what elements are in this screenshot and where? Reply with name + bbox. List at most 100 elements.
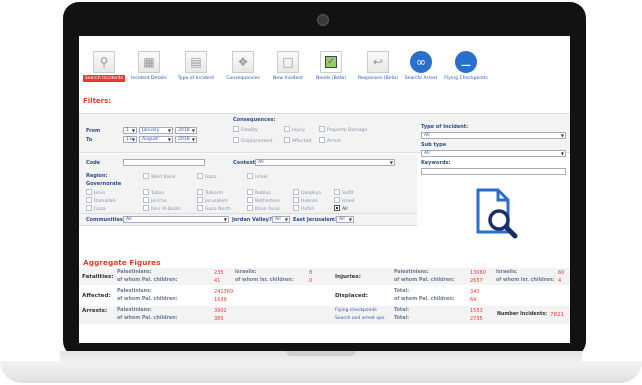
property-damage-checkbox[interactable]: Property Damage: [319, 126, 367, 133]
nav-flying-checkpoints[interactable]: ⚊ Flying Checkpoints: [441, 51, 491, 85]
displaced-total-label: Total:: [394, 289, 410, 294]
keywords-label: Keywords:: [421, 160, 451, 166]
nav-needs[interactable]: ✓ Needs (Beta): [311, 51, 351, 85]
to-month-select[interactable]: August ▼: [139, 136, 173, 143]
search-arrest-ops-link[interactable]: Search and arrest ops.: [335, 316, 386, 321]
gov-qalqiliya-checkbox[interactable]: Qalqiliya: [293, 189, 321, 196]
type-select[interactable]: All ▼: [421, 132, 566, 139]
gov-deir-al-balah-checkbox[interactable]: Deir Al-Balah: [143, 205, 181, 212]
fatalities-isrc-label: of whom Isr. children:: [235, 278, 294, 283]
arrests-label: Arrests:: [82, 308, 108, 314]
laptop-mockup: ⚲ Search Incidents ▦ Incident Details ▤ …: [0, 0, 642, 385]
communities-panel: Communities All ▼ Jordan Valley? All ▼ Eas…: [79, 214, 417, 226]
displacement-checkbox[interactable]: Displacement: [233, 137, 273, 144]
east-jerusalem-select[interactable]: All ▼: [336, 216, 354, 223]
main-nav: ⚲ Search Incidents ▦ Incident Details ▤ …: [79, 46, 570, 86]
displaced-total-value: 340: [470, 289, 480, 295]
from-label: From: [86, 128, 101, 134]
search-total-value: 2735: [470, 316, 483, 322]
east-jerusalem-label: East Jerusalem?: [293, 217, 338, 223]
arrests-palc-value: 385: [214, 316, 224, 322]
gov-tubas-checkbox[interactable]: Tubas: [143, 189, 164, 196]
gov-bethlehem-checkbox[interactable]: Bethlehem: [247, 197, 280, 204]
nav-consequences[interactable]: ❖ Consequences: [221, 51, 265, 85]
nav-search-arrest[interactable]: ∞ Search/ Arrest: [403, 51, 439, 85]
arrests-pal-label: Palestinians:: [117, 308, 152, 313]
date-consequences-panel: From To 1 ▼ January ▼ 2018 ▼ 13 ▼ August ▼ 20…: [79, 113, 570, 153]
governorate-label: Governorate: [86, 181, 122, 187]
from-month-select[interactable]: January ▼: [139, 127, 173, 134]
response-icon: ↩: [367, 51, 389, 73]
number-incidents-label: Number Incidents:: [497, 312, 548, 317]
nav-type-of-incident[interactable]: ▤ Type of Incident: [172, 51, 220, 85]
jordan-valley-select[interactable]: All ▼: [272, 216, 290, 223]
from-day-select[interactable]: 1 ▼: [123, 127, 137, 134]
injuries-isrc-label: of whom Isr. children:: [496, 278, 555, 283]
injuries-label: Injuries:: [335, 274, 361, 280]
west-bank-checkbox[interactable]: West Bank: [143, 173, 175, 180]
search-total-label: Total:: [394, 316, 410, 321]
gov-jericho-checkbox[interactable]: Jericho: [143, 197, 167, 204]
checkbox-icon: ✓: [320, 51, 342, 73]
document-search-icon[interactable]: [468, 184, 524, 244]
injuries-isr-value: 60: [558, 270, 565, 276]
code-input[interactable]: [123, 159, 205, 166]
gov-rafah-checkbox[interactable]: Rafah: [293, 205, 314, 212]
injuries-palc-value: 2657: [470, 278, 483, 284]
code-label: Code: [86, 160, 101, 166]
fatality-checkbox[interactable]: Fatality: [233, 126, 258, 133]
arrest-checkbox[interactable]: Arrest: [319, 137, 341, 144]
agg-row-2: Affected: Palestinians: 241369 of whom P…: [79, 287, 570, 304]
arrests-palc-label: of whom Pal. children:: [117, 316, 178, 321]
fatalities-palc-value: 41: [214, 278, 221, 284]
israel-region-checkbox[interactable]: Israel: [247, 173, 268, 180]
number-incidents-value: 7821: [550, 312, 565, 318]
gov-salfit-checkbox[interactable]: Salfit: [334, 189, 354, 196]
gov-gaza-north-checkbox[interactable]: Gaza North: [197, 205, 231, 212]
region-label: Region:: [86, 173, 108, 179]
nav-search-incidents[interactable]: ⚲ Search Incidents: [82, 51, 126, 85]
affected-palc-label: of whom Pal. children:: [117, 297, 178, 302]
gov-jerusalem-checkbox[interactable]: Jerusalem: [197, 197, 228, 204]
gov-tulkarm-checkbox[interactable]: Tulkarm: [197, 189, 223, 196]
keywords-input[interactable]: [421, 168, 566, 175]
nav-responses[interactable]: ↩ Responses (Beta): [353, 51, 403, 85]
affected-pal-value: 241369: [214, 289, 234, 295]
to-day-select[interactable]: 13 ▼: [123, 136, 137, 143]
flying-checkpoints-link[interactable]: Flying checkpoints: [335, 308, 377, 313]
nav-new-incident[interactable]: □ New Incident: [269, 51, 307, 85]
to-year-select[interactable]: 2018 ▼: [175, 136, 197, 143]
injuries-pal-label: Palestinians:: [394, 270, 429, 275]
checkpoint-icon: ⚊: [455, 51, 477, 73]
from-year-select[interactable]: 2018 ▼: [175, 127, 197, 134]
gov-gaza-checkbox[interactable]: Gaza: [86, 205, 106, 212]
type-label: Type of Incident:: [421, 124, 469, 130]
context-select[interactable]: All ▼: [255, 159, 395, 166]
gov-ramallah-checkbox[interactable]: Ramallah: [86, 197, 115, 204]
affected-checkbox[interactable]: Affected: [284, 137, 311, 144]
flying-total-value: 1553: [470, 308, 483, 314]
gov-hebron-checkbox[interactable]: Hebron: [293, 197, 318, 204]
gov-khan-yunis-checkbox[interactable]: Khan Yunis: [247, 205, 280, 212]
agg-row-3: Arrests: Palestinians: 3902 of whom Pal.…: [79, 306, 570, 324]
consequences-label: Consequences:: [233, 117, 276, 123]
flying-total-label: Total:: [394, 308, 410, 313]
gov-all-checkbox[interactable]: All: [334, 205, 348, 212]
affected-pal-label: Palestinians:: [117, 289, 152, 294]
affected-label: Affected:: [82, 293, 111, 299]
gov-nablus-checkbox[interactable]: Nablus: [247, 189, 271, 196]
gov-israel-checkbox[interactable]: Israel: [334, 197, 355, 204]
search-icon: ⚲: [93, 51, 115, 73]
communities-select[interactable]: All ▼: [123, 216, 229, 223]
gov-jenin-checkbox[interactable]: Jenin: [86, 189, 105, 196]
gaza-region-checkbox[interactable]: Gaza: [197, 173, 217, 180]
jordan-valley-label: Jordan Valley?: [232, 217, 272, 223]
filters-title: Filters:: [83, 97, 112, 105]
nav-incident-details[interactable]: ▦ Incident Details: [127, 51, 171, 85]
laptop-bezel: ⚲ Search Incidents ▦ Incident Details ▤ …: [63, 2, 586, 357]
people-icon: ❖: [232, 51, 254, 73]
displaced-palc-value: 64: [470, 297, 477, 303]
injury-checkbox[interactable]: Injury: [284, 126, 305, 133]
subtype-select[interactable]: All ▼: [421, 150, 566, 157]
fatalities-pal-label: Palestinians:: [117, 270, 152, 275]
